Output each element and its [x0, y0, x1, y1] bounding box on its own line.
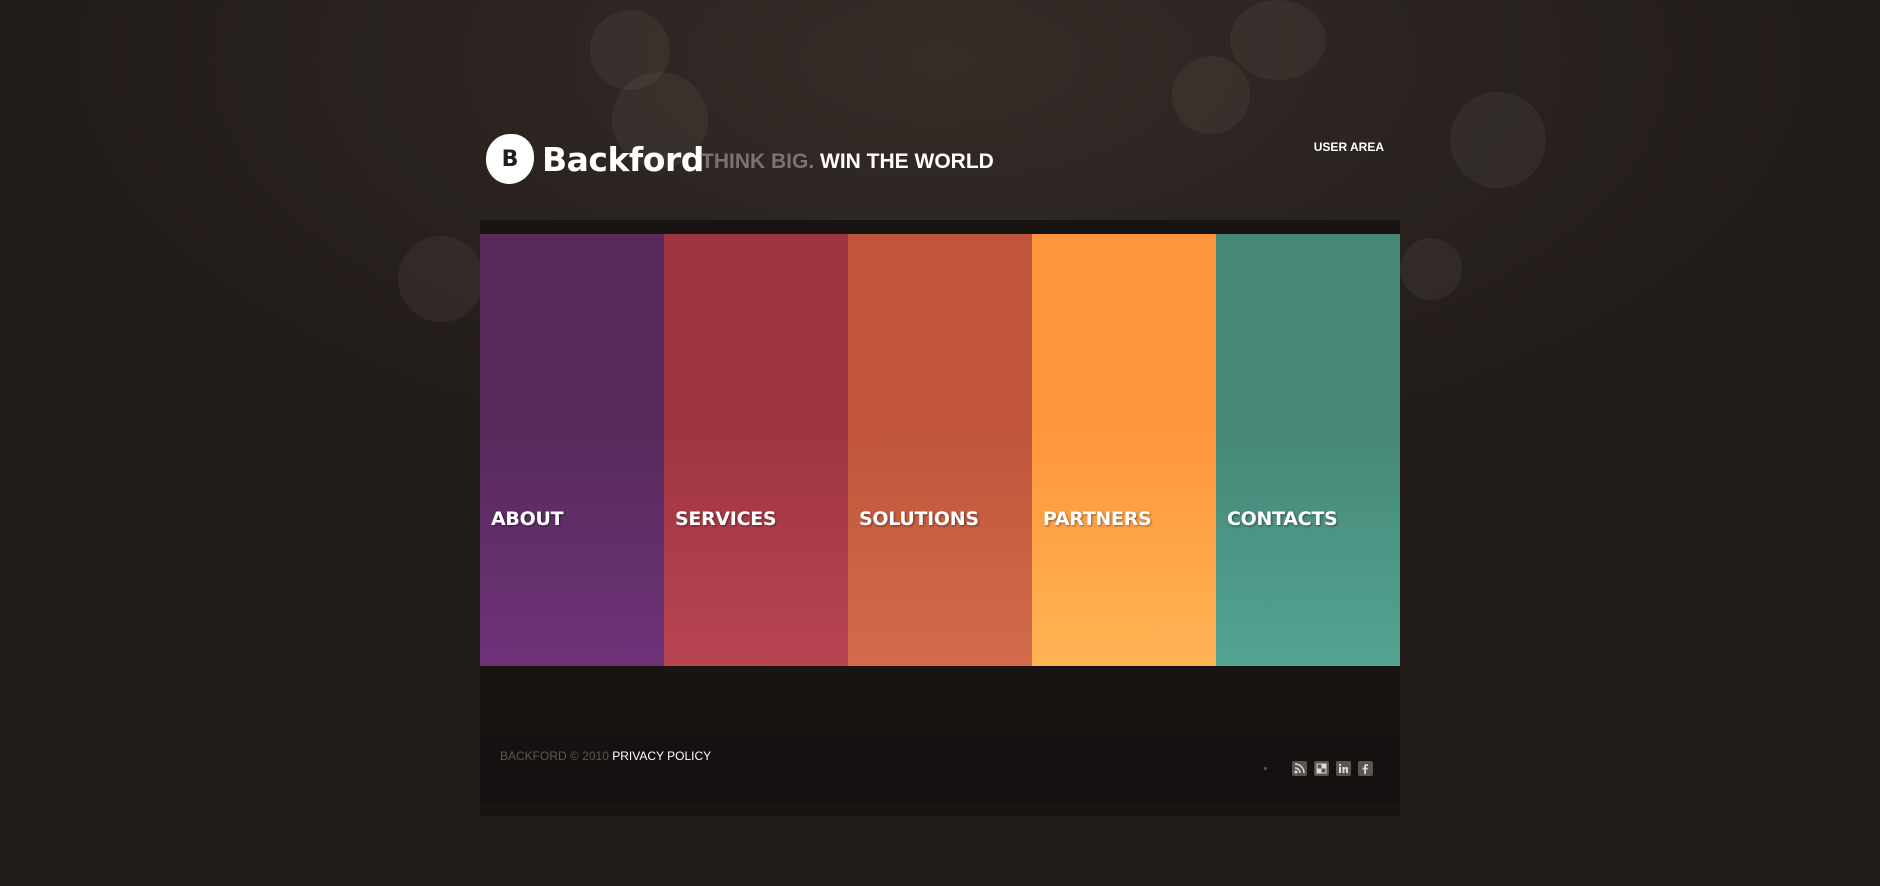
site-header: B Backford THINK BIG. WIN THE WORLD USER…	[480, 120, 1400, 220]
nav-panel-services[interactable]: SERVICES	[664, 234, 848, 666]
nav-panel-contacts[interactable]: CONTACTS	[1216, 234, 1400, 666]
facebook-icon[interactable]	[1358, 761, 1373, 776]
nav-panel-partners[interactable]: PARTNERS	[1032, 234, 1216, 666]
slogan-part1: THINK BIG.	[701, 150, 815, 173]
nav-label-solutions: SOLUTIONS	[859, 508, 979, 530]
linkedin-icon[interactable]	[1336, 761, 1351, 776]
slogan: THINK BIG. WIN THE WORLD	[701, 150, 994, 174]
nav-label-contacts: CONTACTS	[1227, 508, 1338, 530]
user-area-link[interactable]: USER AREA	[1314, 140, 1384, 154]
page: B Backford THINK BIG. WIN THE WORLD USER…	[0, 0, 1880, 886]
bokeh-light	[398, 236, 484, 322]
social-links	[1264, 761, 1373, 776]
delicious-icon[interactable]	[1314, 761, 1329, 776]
site-logo[interactable]: B Backford	[486, 134, 704, 184]
nav-label-services: SERVICES	[675, 508, 777, 530]
copyright-text: BACKFORD © 2010	[500, 749, 609, 763]
bokeh-light	[1450, 92, 1546, 188]
nav-label-partners: PARTNERS	[1043, 508, 1152, 530]
privacy-policy-link[interactable]: PRIVACY POLICY	[612, 749, 711, 763]
site-footer: BACKFORD © 2010 PRIVACY POLICY	[480, 735, 1400, 802]
rss-icon[interactable]	[1292, 761, 1307, 776]
logo-mark-icon: B	[486, 134, 534, 184]
nav-panel-solutions[interactable]: SOLUTIONS	[848, 234, 1032, 666]
nav-panels: ABOUT SERVICES SOLUTIONS PARTNERS CONTAC…	[480, 234, 1400, 666]
slogan-part2: WIN THE WORLD	[820, 150, 994, 173]
separator-dot	[1264, 767, 1267, 770]
main-content: ABOUT SERVICES SOLUTIONS PARTNERS CONTAC…	[480, 220, 1400, 816]
bokeh-light	[1400, 238, 1462, 300]
nav-label-about: ABOUT	[491, 508, 564, 530]
copyright: BACKFORD © 2010 PRIVACY POLICY	[500, 749, 711, 763]
bokeh-light	[1230, 0, 1326, 80]
logo-name: Backford	[542, 139, 704, 179]
nav-panel-about[interactable]: ABOUT	[480, 234, 664, 666]
